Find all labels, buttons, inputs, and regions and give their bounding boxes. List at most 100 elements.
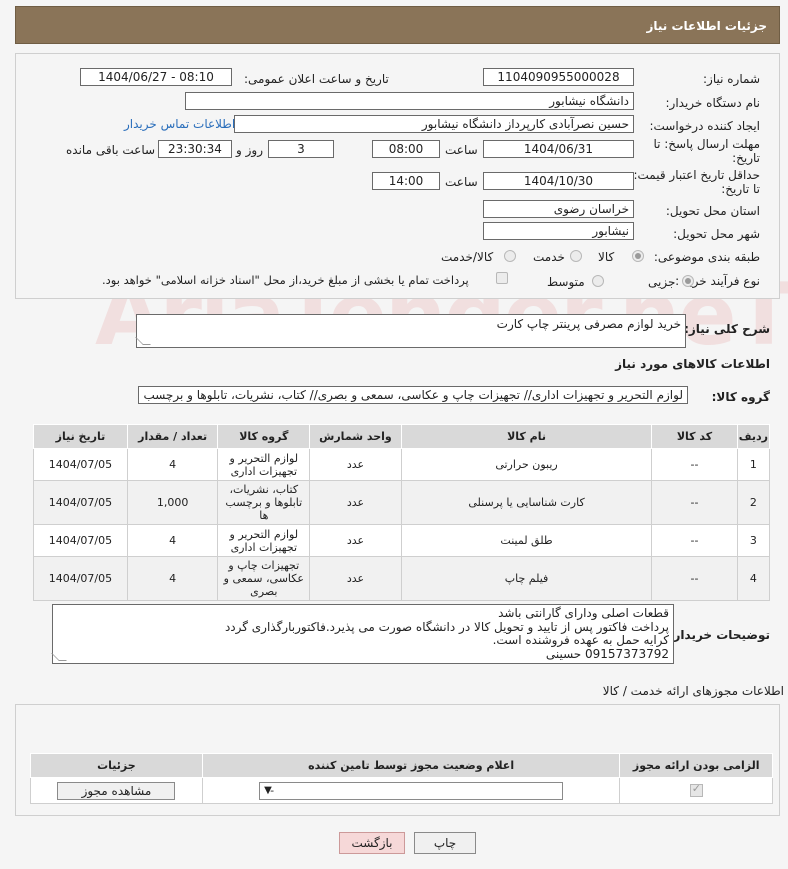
permit-required-checkbox[interactable]: ✓	[689, 782, 703, 798]
col-qty: تعداد / مقدار	[126, 424, 219, 449]
cell-unit: عدد	[309, 448, 402, 481]
category-radio-goods-service[interactable]	[504, 250, 516, 262]
page-header: جزئیات اطلاعات نیاز	[15, 6, 780, 44]
cell-code: --	[651, 480, 738, 525]
permits-title: اطلاعات مجوزهای ارائه خدمت / کالا	[602, 684, 784, 698]
buyer-notes-line: کرایه حمل به عهده فروشنده است.	[492, 633, 669, 647]
cell-group: کتاب، نشریات، تابلوها و برچسب ها	[217, 480, 311, 525]
process-option-minor: جزیی	[648, 275, 676, 289]
chevron-down-icon: ▼	[264, 784, 272, 796]
resize-handle-icon[interactable]	[135, 337, 151, 345]
table-row: 1 -- ریبون حرارتی عدد لوازم التحریر و تج…	[33, 448, 771, 481]
cell-unit: عدد	[309, 480, 402, 525]
process-option-medium: متوسط	[547, 275, 585, 289]
permit-details-cell: مشاهده مجوز	[30, 777, 203, 804]
buyer-notes-line: قطعات اصلی ودارای گارانتی باشد	[498, 606, 669, 620]
remaining-time-field[interactable]: 23:30:34	[158, 140, 232, 158]
deadline-time-label: ساعت	[445, 143, 478, 157]
items-table-header: ردیف کد کالا نام کالا واحد شمارش گروه کا…	[33, 424, 771, 449]
buyer-notes-label: توضیحات خریدار:	[668, 628, 770, 642]
cell-date: 1404/07/05	[33, 480, 128, 525]
city-label: شهر محل تحویل:	[673, 227, 760, 241]
col-permit-required: الزامی بودن ارائه مجوز	[619, 753, 773, 778]
view-permit-button[interactable]: مشاهده مجوز	[57, 781, 176, 800]
days-field[interactable]: 3	[268, 140, 334, 158]
category-option-goods-service: کالا/خدمت	[441, 250, 494, 264]
buyer-notes-field[interactable]: قطعات اصلی ودارای گارانتی باشد پرداخت فا…	[51, 604, 674, 664]
price-validity-label-1: حداقل تاریخ اعتبار قیمت:	[633, 168, 760, 182]
cell-name: ریبون حرارتی	[400, 448, 653, 481]
city-field[interactable]: نیشابور	[483, 222, 634, 240]
cell-qty: 4	[126, 448, 219, 481]
cell-date: 1404/07/05	[33, 448, 128, 481]
buyer-notes-line: پرداخت فاکتور پس از تایید و تحویل کالا د…	[224, 619, 669, 634]
cell-group: لوازم التحریر و تجهیزات اداری	[217, 448, 311, 481]
price-validity-label-2: تا تاریخ:	[721, 182, 760, 196]
cell-row: 4	[736, 556, 771, 601]
price-validity-date-field[interactable]: 1404/10/30	[483, 172, 634, 190]
buyer-notes-line: 09157373792 حسینی	[545, 646, 669, 661]
permit-status-select[interactable]: -- ▼	[259, 781, 564, 800]
need-number-label: شماره نیاز:	[703, 72, 760, 86]
deadline-label-2: تاریخ:	[732, 151, 760, 165]
price-validity-time-label: ساعت	[445, 175, 478, 189]
col-name: نام کالا	[400, 424, 653, 449]
description-text: خرید لوازم مصرفی پرینتر چاپ کارت	[496, 317, 681, 331]
announce-field[interactable]: 1404/06/27 - 08:10	[80, 68, 232, 86]
page-title: جزئیات اطلاعات نیاز	[646, 19, 767, 33]
treasury-payment-note: پرداخت تمام یا بخشی از مبلغ خرید،از محل …	[102, 273, 469, 287]
announce-label: تاریخ و ساعت اعلان عمومی:	[244, 72, 389, 86]
cell-name: فیلم چاپ	[400, 556, 653, 601]
cell-code: --	[651, 556, 738, 601]
col-date: تاریخ نیاز	[33, 424, 128, 449]
creator-field[interactable]: حسین نصرآبادی کارپرداز دانشگاه نیشابور	[234, 115, 634, 133]
deadline-date-field[interactable]: 1404/06/31	[483, 140, 634, 158]
goods-group-label: گروه کالا:	[711, 390, 770, 404]
cell-date: 1404/07/05	[33, 556, 128, 601]
province-label: استان محل تحویل:	[665, 204, 760, 218]
cell-row: 2	[736, 480, 771, 525]
col-code: کد کالا	[651, 424, 738, 449]
cell-unit: عدد	[309, 524, 402, 557]
deadline-time-field[interactable]: 08:00	[372, 140, 440, 158]
treasury-payment-checkbox[interactable]	[496, 272, 508, 284]
cell-group: تجهیزات چاپ و عکاسی، سمعی و بصری	[217, 556, 311, 601]
process-radio-medium[interactable]	[592, 275, 604, 287]
need-number-field[interactable]: 1104090955000028	[483, 68, 634, 86]
permits-table: الزامی بودن ارائه مجوز اعلام وضعیت مجوز …	[30, 753, 773, 804]
col-row: ردیف	[736, 424, 771, 449]
goods-group-field[interactable]: لوازم التحریر و تجهیزات اداری// تجهیزات …	[138, 386, 688, 404]
category-radio-goods[interactable]	[632, 250, 644, 262]
buyer-org-field[interactable]: دانشگاه نیشابور	[185, 92, 634, 110]
cell-row: 1	[736, 448, 771, 481]
remaining-label: ساعت باقی مانده	[66, 143, 156, 157]
print-button[interactable]: چاپ	[414, 832, 476, 854]
description-label: شرح کلی نیاز:	[684, 322, 770, 336]
table-row: 3 -- طلق لمینت عدد لوازم التحریر و تجهیز…	[33, 524, 771, 557]
permits-table-header: الزامی بودن ارائه مجوز اعلام وضعیت مجوز …	[30, 753, 773, 778]
cell-code: --	[651, 524, 738, 557]
category-radio-service[interactable]	[570, 250, 582, 262]
table-row: 2 -- کارت شناسایی یا پرسنلی عدد کتاب، نش…	[33, 480, 771, 525]
cell-name: طلق لمینت	[400, 524, 653, 557]
category-option-service: خدمت	[533, 250, 565, 264]
cell-row: 3	[736, 524, 771, 557]
price-validity-time-field[interactable]: 14:00	[372, 172, 440, 190]
description-field[interactable]: خرید لوازم مصرفی پرینتر چاپ کارت	[135, 314, 686, 348]
back-button[interactable]: بازگشت	[339, 832, 405, 854]
deadline-label-1: مهلت ارسال پاسخ: تا	[653, 137, 760, 151]
buyer-contact-link[interactable]: اطلاعات تماس خریدار	[124, 117, 235, 131]
category-option-goods: کالا	[598, 250, 615, 264]
col-group: گروه کالا	[217, 424, 311, 449]
cell-unit: عدد	[309, 556, 402, 601]
check-icon: ✓	[691, 782, 701, 796]
process-radio-minor[interactable]	[682, 275, 694, 287]
col-permit-details: جزئیات	[30, 753, 203, 778]
province-field[interactable]: خراسان رضوی	[483, 200, 634, 218]
col-unit: واحد شمارش	[309, 424, 402, 449]
table-row: ✓ -- ▼ مشاهده مجوز	[30, 777, 773, 804]
permit-status-cell: -- ▼	[201, 777, 621, 804]
cell-qty: 1,000	[126, 480, 219, 525]
col-permit-status: اعلام وضعیت مجوز توسط تامین کننده	[201, 753, 621, 778]
category-label: طبقه بندی موضوعی:	[653, 250, 760, 264]
